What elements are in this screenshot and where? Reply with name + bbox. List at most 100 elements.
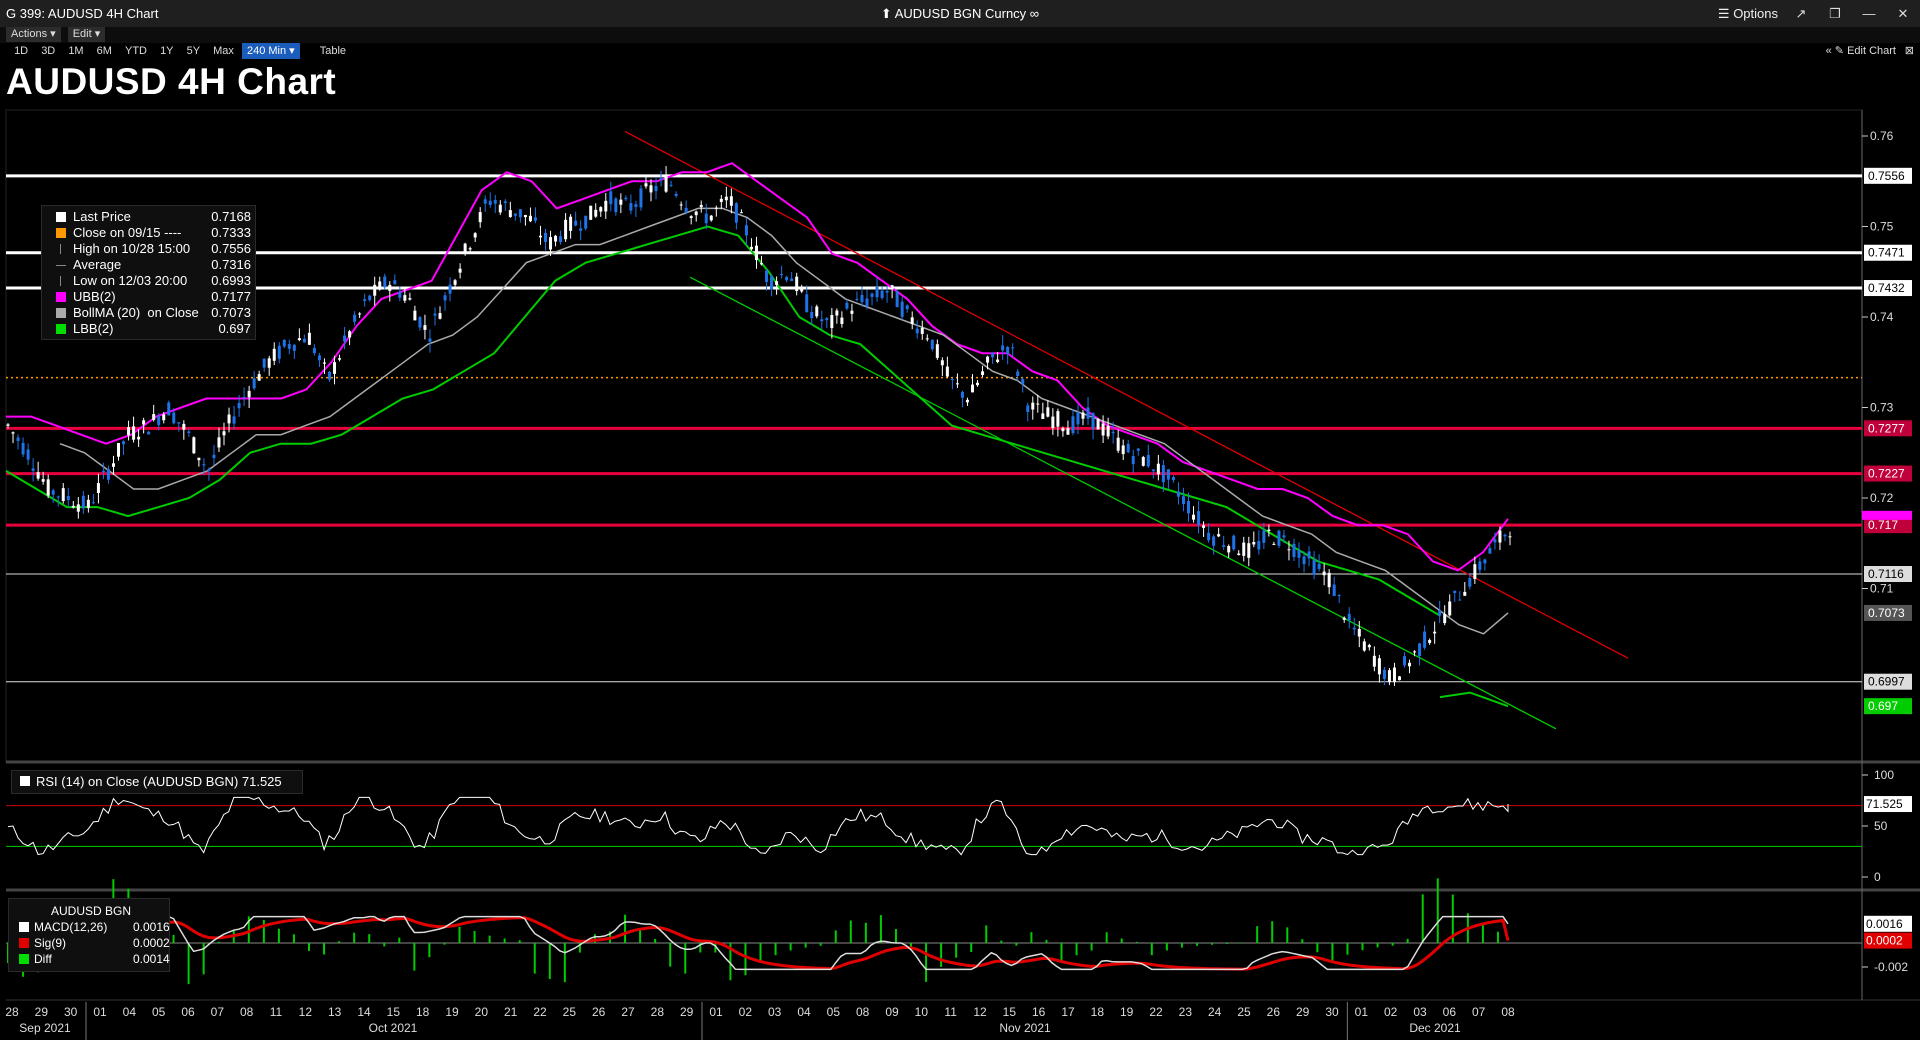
date-tick-label: 05 bbox=[152, 1005, 166, 1019]
candle-body bbox=[468, 248, 472, 250]
candle-body bbox=[91, 502, 95, 504]
legend-swatch bbox=[56, 292, 66, 302]
date-tick-label: 12 bbox=[973, 1005, 987, 1019]
date-tick-label: 04 bbox=[797, 1005, 811, 1019]
candle-body bbox=[358, 313, 362, 315]
candle-body bbox=[177, 422, 181, 424]
legend-label: UBB(2) bbox=[73, 289, 116, 304]
legend-label: Close on 09/15 ---- bbox=[73, 225, 182, 240]
macd-swatch bbox=[19, 954, 29, 964]
candle-body bbox=[1297, 550, 1301, 558]
candle-body bbox=[1403, 656, 1407, 666]
candle-body bbox=[373, 284, 377, 296]
candle-body bbox=[31, 468, 35, 471]
candle-body bbox=[840, 317, 844, 324]
legend-label: BollMA (20) on Close bbox=[73, 305, 199, 320]
level-tag-label: 0.7116 bbox=[1868, 567, 1904, 581]
date-tick-label: 06 bbox=[181, 1005, 195, 1019]
candle-body bbox=[111, 463, 115, 467]
date-tick-label: 11 bbox=[270, 1005, 283, 1019]
candle-body bbox=[1347, 613, 1351, 621]
candle-body bbox=[604, 200, 608, 212]
legend-row-low[interactable]: Low on 12/03 20:00 0.6993 bbox=[42, 273, 255, 289]
price-tick-label: 0.73 bbox=[1870, 401, 1894, 415]
candle-body bbox=[1312, 559, 1316, 575]
bollma-line bbox=[59, 207, 1509, 635]
candle-body bbox=[679, 204, 683, 206]
rsi-tick-label: 50 bbox=[1874, 819, 1888, 833]
candle-body bbox=[729, 196, 733, 206]
rsi-tick-label: 0 bbox=[1874, 870, 1881, 884]
legend-value: 0.697 bbox=[218, 321, 251, 336]
date-tick-label: 02 bbox=[739, 1005, 753, 1019]
candle-body bbox=[1051, 416, 1055, 428]
candle-body bbox=[132, 426, 136, 440]
candle-body bbox=[212, 454, 216, 459]
legend-row-close[interactable]: Close on 09/15 ---- 0.7333 bbox=[42, 225, 255, 241]
candle-body bbox=[549, 237, 553, 250]
candle-body bbox=[187, 431, 191, 433]
candle-body bbox=[1377, 658, 1381, 675]
candle-body bbox=[423, 325, 427, 330]
candle-body bbox=[1397, 676, 1401, 681]
candle-body bbox=[935, 344, 939, 358]
legend-row-lbb[interactable]: LBB(2) 0.697 bbox=[42, 321, 255, 337]
macd-swatch bbox=[19, 922, 29, 932]
legend-swatch bbox=[56, 324, 66, 334]
candle-body bbox=[322, 362, 326, 364]
legend-row-ubb[interactable]: UBB(2) 0.7177 bbox=[42, 289, 255, 305]
date-tick-label: 25 bbox=[1237, 1005, 1251, 1019]
legend-value: 0.7168 bbox=[211, 209, 251, 224]
candle-body bbox=[1453, 590, 1457, 594]
candle-body bbox=[242, 396, 246, 399]
candle-body bbox=[880, 290, 884, 298]
candle-body bbox=[744, 225, 748, 236]
candle-body bbox=[820, 319, 824, 322]
candle-body bbox=[1126, 443, 1130, 453]
candle-body bbox=[960, 391, 964, 398]
candle-body bbox=[684, 207, 688, 213]
candle-body bbox=[333, 362, 337, 374]
candle-body bbox=[247, 390, 251, 398]
candle-body bbox=[182, 423, 186, 430]
candle-body bbox=[1287, 549, 1291, 551]
candle-body bbox=[518, 209, 522, 218]
candle-body bbox=[895, 291, 899, 308]
legend-row-average[interactable]: Average 0.7316 bbox=[42, 257, 255, 273]
candle-body bbox=[1056, 411, 1060, 427]
candle-body bbox=[1222, 545, 1226, 547]
candle-body bbox=[523, 214, 527, 218]
candle-body bbox=[1252, 541, 1256, 545]
date-tick-label: 29 bbox=[35, 1005, 49, 1019]
candle-body bbox=[1232, 535, 1236, 550]
candle-body bbox=[1267, 529, 1271, 531]
legend-row-bollma[interactable]: BollMA (20) on Close 0.7073 bbox=[42, 305, 255, 321]
legend-row-high[interactable]: High on 10/28 15:00 0.7556 bbox=[42, 241, 255, 257]
legend-swatch bbox=[56, 228, 66, 238]
legend-row-last-price[interactable]: Last Price 0.7168 bbox=[42, 209, 255, 225]
candle-body bbox=[594, 209, 598, 217]
date-tick-label: 28 bbox=[651, 1005, 665, 1019]
candle-body bbox=[1036, 403, 1040, 405]
candle-body bbox=[644, 183, 648, 187]
candle-body bbox=[1212, 536, 1216, 546]
candle-body bbox=[1121, 445, 1125, 455]
date-tick-label: 30 bbox=[64, 1005, 78, 1019]
candle-body bbox=[1362, 641, 1366, 651]
date-tick-label: 02 bbox=[1384, 1005, 1398, 1019]
candle-body bbox=[1448, 601, 1452, 616]
date-tick-label: 01 bbox=[709, 1005, 723, 1019]
candle-body bbox=[388, 284, 392, 291]
candle-body bbox=[413, 310, 417, 321]
candle-body bbox=[1392, 667, 1396, 682]
candle-body bbox=[528, 215, 532, 222]
macd-row-value: 0.0002 bbox=[133, 936, 170, 950]
chart-canvas[interactable]: 0.76 0.75 0.74 0.73 0.72 0.71 0.7556 0.7471 0.74… bbox=[0, 0, 1920, 1040]
candle-body bbox=[1257, 541, 1261, 550]
candle-body bbox=[353, 314, 357, 322]
candle-body bbox=[11, 432, 15, 434]
candle-body bbox=[719, 198, 723, 203]
candle-body bbox=[855, 298, 859, 300]
candle-body bbox=[312, 347, 316, 354]
candle-body bbox=[1302, 556, 1306, 565]
